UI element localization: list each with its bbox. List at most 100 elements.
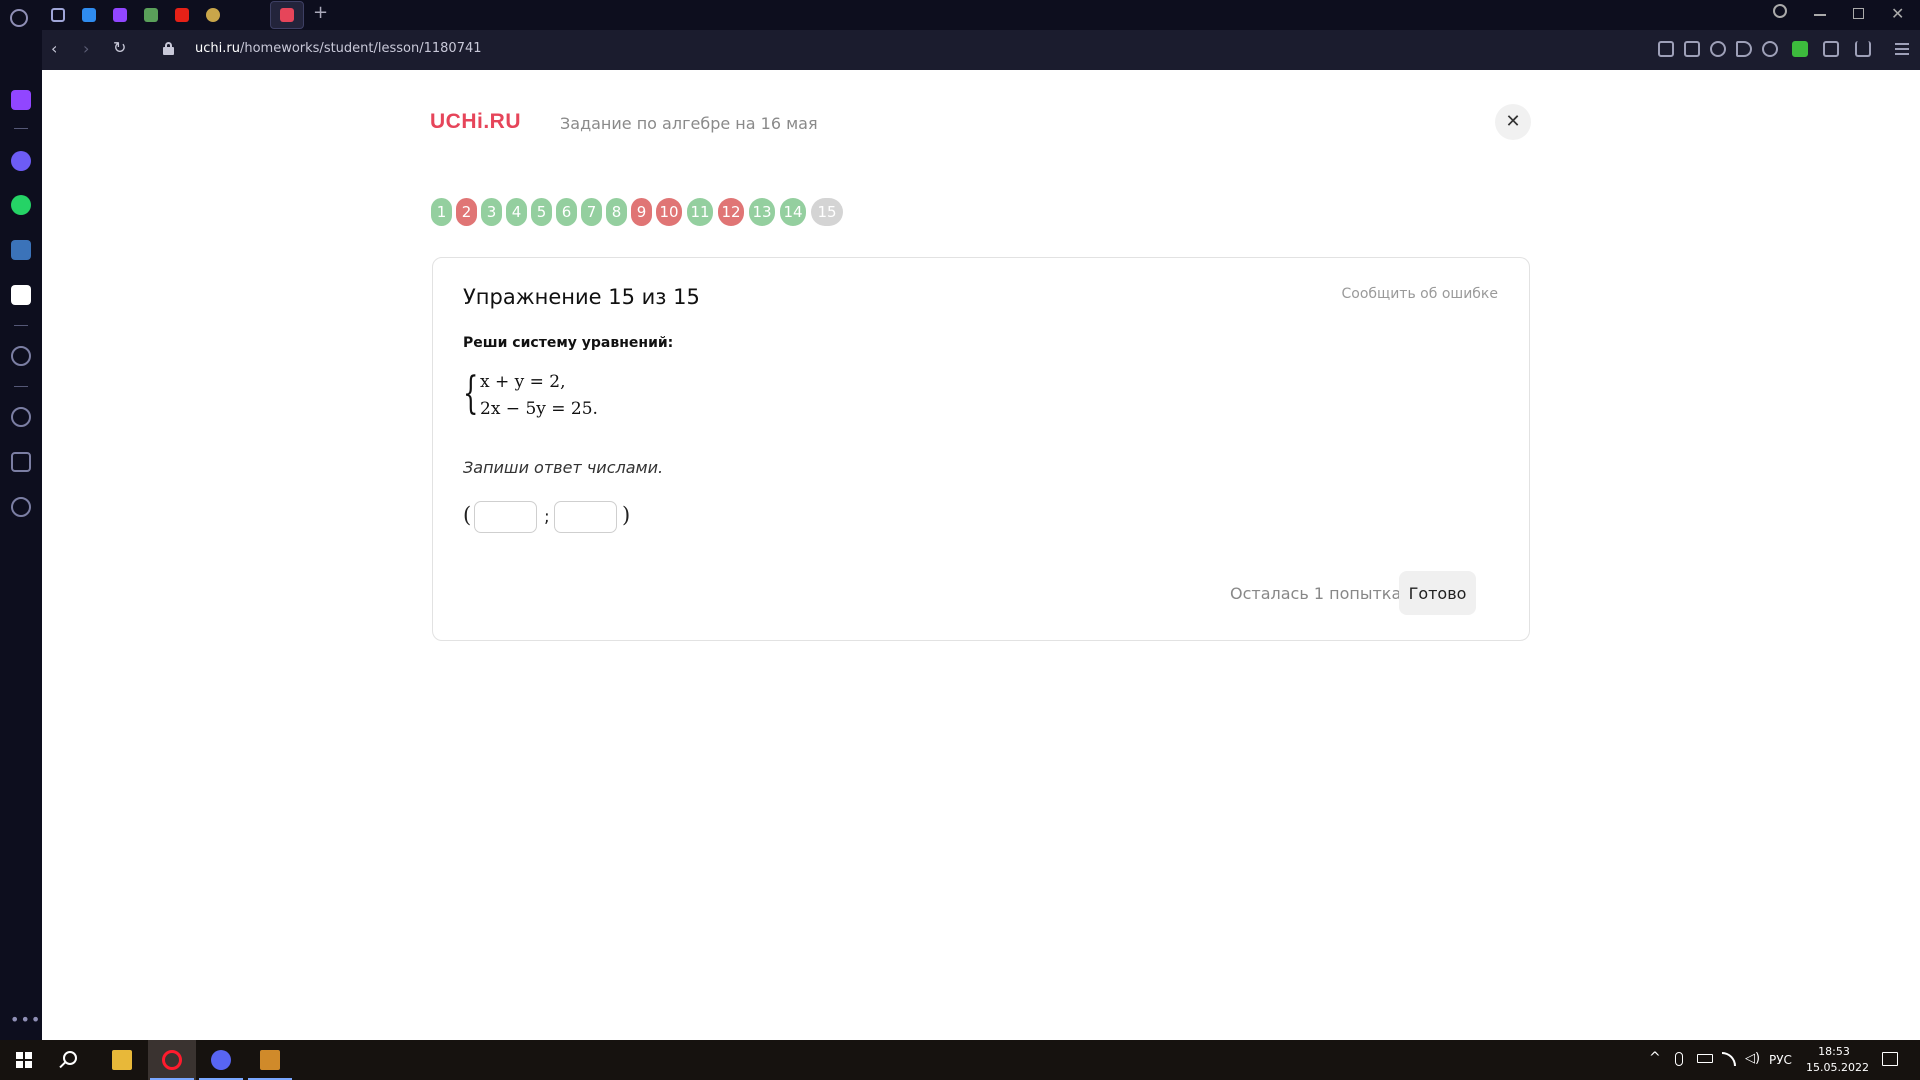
restore-icon[interactable] (1853, 8, 1864, 19)
clock[interactable]: 18:53 15.05.2022 (1806, 1044, 1869, 1076)
step-9-wrong[interactable]: 9 (631, 198, 652, 226)
step-2-wrong[interactable]: 2 (456, 198, 477, 226)
cube-icon[interactable] (1823, 41, 1839, 57)
search-tabs-icon[interactable] (1773, 4, 1787, 18)
tab-youtube[interactable] (171, 4, 193, 26)
step-13-correct[interactable]: 13 (749, 198, 775, 226)
language-indicator[interactable]: РУС (1769, 1053, 1792, 1067)
discord-icon (211, 1050, 231, 1070)
twitch-sidebar-icon[interactable] (11, 90, 31, 110)
step-10-wrong[interactable]: 10 (656, 198, 682, 226)
lock-icon (163, 42, 174, 55)
wifi-icon[interactable] (1722, 1052, 1736, 1066)
step-5-correct[interactable]: 5 (531, 198, 552, 226)
clock-time: 18:53 (1818, 1045, 1850, 1058)
vk-sidebar-icon[interactable] (11, 240, 31, 260)
tab-discord[interactable] (47, 4, 69, 26)
minimize-icon[interactable] (1814, 14, 1826, 16)
step-3-correct[interactable]: 3 (481, 198, 502, 226)
send-icon[interactable] (1736, 41, 1752, 57)
tab-messenger[interactable] (78, 4, 100, 26)
close-button[interactable]: ✕ (1495, 104, 1531, 140)
step-1-correct[interactable]: 1 (431, 198, 452, 226)
exercise-prompt: Реши систему уравнений: (463, 335, 674, 351)
taskbar-opera[interactable] (148, 1040, 196, 1080)
tab-twitch[interactable] (109, 4, 131, 26)
forward-icon[interactable]: › (83, 39, 89, 58)
extensions-sidebar-icon[interactable] (11, 452, 31, 472)
browser-sidebar: ••• (0, 30, 42, 1040)
sidebar-divider (14, 128, 28, 129)
chat-icon (82, 8, 96, 22)
back-icon[interactable]: ‹ (51, 39, 57, 58)
more-sidebar-icon[interactable]: ••• (10, 1010, 41, 1029)
heart-icon[interactable] (1762, 41, 1778, 57)
tab-image[interactable] (140, 4, 162, 26)
youtube-icon (175, 8, 189, 22)
whatsapp-sidebar-icon[interactable] (11, 195, 31, 215)
easy-setup-menu-icon[interactable] (1895, 43, 1909, 55)
opera-menu-icon[interactable] (10, 9, 28, 27)
uchi-favicon-icon (280, 8, 294, 22)
sidebar-divider (14, 325, 28, 326)
battery-icon[interactable] (1697, 1054, 1713, 1063)
step-7-correct[interactable]: 7 (581, 198, 602, 226)
close-window-icon[interactable]: ✕ (1891, 4, 1904, 23)
reload-icon[interactable]: ↻ (113, 38, 126, 57)
messenger-sidebar-icon[interactable] (11, 151, 31, 171)
player-sidebar-icon[interactable] (11, 346, 31, 366)
download-extension-icon[interactable] (1792, 41, 1808, 57)
discord-icon (51, 8, 65, 22)
system-brace: { (463, 368, 479, 419)
start-icon[interactable] (16, 1052, 32, 1068)
answer-separator: ; (544, 507, 550, 527)
step-8-correct[interactable]: 8 (606, 198, 627, 226)
step-15-current[interactable]: 15 (811, 198, 843, 226)
answer-y-input[interactable] (554, 501, 617, 533)
submit-button[interactable]: Готово (1399, 571, 1476, 615)
discord-sidebar-icon[interactable] (11, 285, 31, 305)
uchi-logo[interactable]: UCHi.RU (430, 110, 521, 134)
open-paren: ( (463, 503, 472, 527)
search-icon[interactable] (63, 1051, 77, 1065)
tab-uchi-active[interactable] (270, 1, 304, 29)
attempts-left: Осталась 1 попытка (1230, 584, 1402, 603)
tray-overflow-icon[interactable]: ^ (1649, 1050, 1661, 1066)
history-sidebar-icon[interactable] (11, 407, 31, 427)
snapshot-edit-icon[interactable] (1658, 41, 1674, 57)
taskbar-game[interactable] (246, 1040, 294, 1080)
folder-icon (112, 1050, 132, 1070)
equation-1: x + y = 2, (480, 372, 566, 392)
microphone-icon[interactable] (1675, 1052, 1683, 1066)
step-4-correct[interactable]: 4 (506, 198, 527, 226)
hand-icon (206, 8, 220, 22)
twitch-icon (113, 8, 127, 22)
step-12-wrong[interactable]: 12 (718, 198, 744, 226)
notifications-icon[interactable] (1882, 1052, 1898, 1066)
url-path: /homeworks/student/lesson/1180741 (239, 41, 482, 56)
new-tab-button[interactable]: + (313, 2, 328, 23)
volume-icon[interactable]: ◁) (1745, 1051, 1760, 1066)
taskbar-explorer[interactable] (98, 1040, 146, 1080)
browser-tab-strip: + ✕ (0, 0, 1920, 30)
image-icon (144, 8, 158, 22)
windows-taskbar: ^ ◁) РУС 18:53 15.05.2022 (0, 1040, 1920, 1080)
camera-icon[interactable] (1684, 41, 1700, 57)
adblock-icon[interactable] (1710, 41, 1726, 57)
download-icon[interactable] (1855, 41, 1871, 57)
report-error-link[interactable]: Сообщить об ошибке (1341, 286, 1498, 302)
taskbar-discord[interactable] (197, 1040, 245, 1080)
answer-x-input[interactable] (474, 501, 537, 533)
step-14-correct[interactable]: 14 (780, 198, 806, 226)
clock-date: 15.05.2022 (1806, 1061, 1869, 1074)
tab-hand[interactable] (202, 4, 224, 26)
step-6-correct[interactable]: 6 (556, 198, 577, 226)
url-host: uchi.ru (195, 41, 240, 56)
step-11-correct[interactable]: 11 (687, 198, 713, 226)
equation-system: { x + y = 2, 2x − 5y = 25. (463, 368, 663, 424)
equation-2: 2x − 5y = 25. (480, 399, 598, 419)
url-field[interactable]: uchi.ru/homeworks/student/lesson/1180741 (195, 41, 482, 56)
close-paren: ) (622, 503, 631, 527)
exercise-title: Упражнение 15 из 15 (463, 285, 700, 309)
settings-sidebar-icon[interactable] (11, 497, 31, 517)
